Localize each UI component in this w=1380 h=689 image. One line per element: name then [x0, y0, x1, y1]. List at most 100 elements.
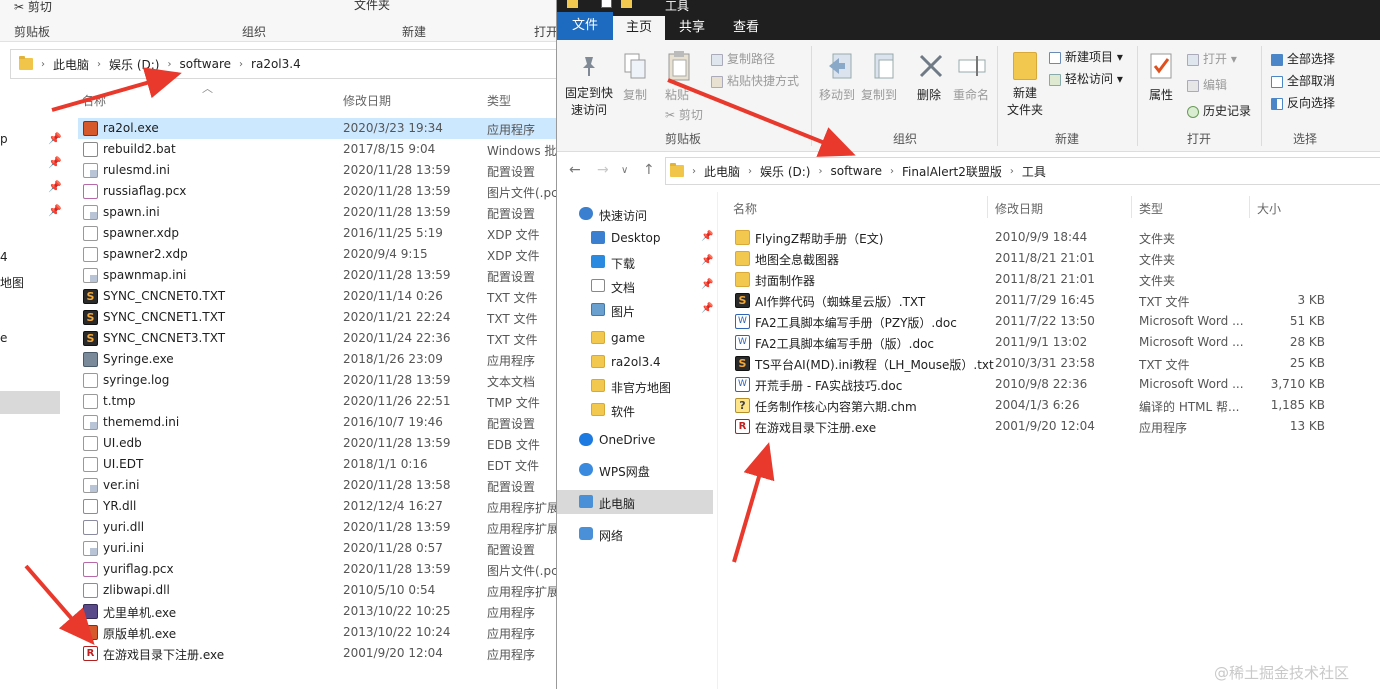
table-row[interactable]: t.tmp 2020/11/26 22:51 TMP 文件 — [78, 391, 558, 412]
quick-folder-icon[interactable] — [567, 0, 578, 8]
table-row[interactable]: R 在游戏目录下注册.exe 2001/9/20 12:04 应用程序 13 KB — [729, 416, 1380, 437]
forward-arrow-icon[interactable]: → — [597, 162, 609, 178]
table-row[interactable]: UI.EDT 2018/1/1 0:16 EDT 文件 — [78, 454, 558, 475]
left-nav-fragment[interactable]: e — [0, 331, 7, 345]
tab-home[interactable]: 主页 — [613, 16, 665, 40]
breadcrumb-item[interactable]: software — [830, 164, 882, 178]
select-all-button[interactable]: 全部选择 — [1271, 50, 1335, 67]
table-row[interactable]: yuri.dll 2020/11/28 13:59 应用程序扩展 — [78, 517, 558, 538]
table-row[interactable]: syringe.log 2020/11/28 13:59 文本文档 — [78, 370, 558, 391]
chevron-right-icon[interactable]: › — [692, 166, 696, 177]
left-col-date[interactable]: 修改日期 — [343, 92, 391, 109]
paste-button[interactable]: 粘贴 — [665, 86, 689, 103]
chevron-right-icon[interactable]: › — [167, 59, 171, 70]
table-row[interactable]: S AI作弊代码（蜘蛛星云版）.TXT 2011/7/29 16:45 TXT 文件 3… — [729, 290, 1380, 311]
column-divider[interactable] — [1131, 196, 1132, 218]
breadcrumb-item[interactable]: software — [179, 57, 231, 71]
table-row[interactable]: rulesmd.ini 2020/11/28 13:59 配置设置 — [78, 160, 558, 181]
column-divider[interactable] — [987, 196, 988, 218]
breadcrumb-item[interactable]: 此电脑 — [704, 163, 740, 180]
delete-button[interactable]: 删除 — [917, 86, 941, 103]
breadcrumb-item[interactable]: FinalAlert2联盟版 — [902, 163, 1002, 180]
nav-item[interactable]: 图片 📌 — [557, 298, 713, 322]
paste-shortcut-button[interactable]: 粘贴快捷方式 — [711, 72, 799, 89]
table-row[interactable]: ? 任务制作核心内容第六期.chm 2004/1/3 6:26 编译的 HTML 帮.… — [729, 395, 1380, 416]
table-row[interactable]: 地图全息截图器 2011/8/21 21:01 文件夹 — [729, 248, 1380, 269]
table-row[interactable]: spawner.xdp 2016/11/25 5:19 XDP 文件 — [78, 223, 558, 244]
tab-share[interactable]: 共享 — [667, 16, 717, 40]
table-row[interactable]: spawner2.xdp 2020/9/4 9:15 XDP 文件 — [78, 244, 558, 265]
table-row[interactable]: yuri.ini 2020/11/28 0:57 配置设置 — [78, 538, 558, 559]
move-to-button[interactable]: 移动到 — [819, 86, 855, 103]
left-col-name[interactable]: 名称 — [82, 92, 106, 109]
pin-icon[interactable]: 📌 — [701, 303, 713, 314]
nav-item[interactable]: 快速访问 — [557, 202, 713, 226]
copy-button[interactable]: 复制 — [623, 86, 647, 103]
table-row[interactable]: YR.dll 2012/12/4 16:27 应用程序扩展 — [78, 496, 558, 517]
column-divider[interactable] — [1249, 196, 1250, 218]
cut-button[interactable]: ✂ 剪切 — [665, 106, 703, 123]
new-folder-button[interactable]: 新建 文件夹 — [1007, 84, 1043, 118]
nav-item[interactable]: 文档 📌 — [557, 274, 713, 298]
nav-item[interactable]: Desktop 📌 — [557, 226, 713, 250]
quick-newfolder-icon[interactable] — [621, 0, 632, 8]
table-row[interactable]: ver.ini 2020/11/28 13:58 配置设置 — [78, 475, 558, 496]
left-col-type[interactable]: 类型 — [487, 92, 511, 109]
table-row[interactable]: ra2ol.exe 2020/3/23 19:34 应用程序 — [78, 118, 558, 139]
copy-to-button[interactable]: 复制到 — [861, 86, 897, 103]
chevron-right-icon[interactable]: › — [239, 59, 243, 70]
nav-item[interactable]: 非官方地图 — [557, 374, 713, 398]
properties-button[interactable]: 属性 — [1149, 86, 1173, 103]
nav-item[interactable]: 此电脑 — [557, 490, 713, 514]
table-row[interactable]: FlyingZ帮助手册（E文) 2010/9/9 18:44 文件夹 — [729, 227, 1380, 248]
table-row[interactable]: W FA2工具脚本编写手册（版）.doc 2011/9/1 13:02 Microso… — [729, 332, 1380, 353]
tab-file[interactable]: 文件 — [557, 12, 613, 40]
left-nav-selected-item[interactable] — [0, 391, 60, 414]
breadcrumb-item[interactable]: ra2ol3.4 — [251, 57, 301, 71]
breadcrumb-item[interactable]: 娱乐 (D:) — [109, 56, 159, 73]
table-row[interactable]: zlibwapi.dll 2010/5/10 0:54 应用程序扩展 — [78, 580, 558, 601]
nav-item[interactable]: 下载 📌 — [557, 250, 713, 274]
right-address-bar[interactable]: › 此电脑 › 娱乐 (D:) › software › FinalAlert2联盟版 › 工具 — [665, 157, 1380, 185]
breadcrumb-item[interactable]: 此电脑 — [53, 56, 89, 73]
table-row[interactable]: R 在游戏目录下注册.exe 2001/9/20 12:04 应用程序 — [78, 643, 558, 664]
nav-item[interactable]: OneDrive — [557, 428, 713, 452]
left-cut-button[interactable]: ✂ 剪切 — [14, 0, 52, 15]
table-row[interactable]: spawn.ini 2020/11/28 13:59 配置设置 — [78, 202, 558, 223]
rename-button[interactable]: 重命名 — [953, 86, 989, 103]
table-row[interactable]: 尤里单机.exe 2013/10/22 10:25 应用程序 — [78, 601, 558, 622]
pin-quick-access-button[interactable]: 固定到快 速访问 — [565, 84, 613, 118]
history-button[interactable]: 历史记录 — [1187, 102, 1251, 119]
chevron-right-icon[interactable]: › — [97, 59, 101, 70]
quick-properties-icon[interactable] — [601, 0, 612, 8]
pin-icon[interactable]: 📌 — [701, 231, 713, 242]
chevron-right-icon[interactable]: › — [41, 59, 45, 70]
tab-view[interactable]: 查看 — [721, 16, 771, 40]
left-nav-fragment[interactable]: 地图 — [0, 274, 24, 291]
table-row[interactable]: 封面制作器 2011/8/21 21:01 文件夹 — [729, 269, 1380, 290]
nav-item[interactable]: ra2ol3.4 — [557, 350, 713, 374]
table-row[interactable]: spawnmap.ini 2020/11/28 13:59 配置设置 — [78, 265, 558, 286]
table-row[interactable]: W 开荒手册 - FA实战技巧.doc 2010/9/8 22:36 Microsof… — [729, 374, 1380, 395]
chevron-right-icon[interactable]: › — [890, 166, 894, 177]
invert-selection-button[interactable]: 反向选择 — [1271, 94, 1335, 111]
right-col-size[interactable]: 大小 — [1257, 200, 1281, 217]
new-item-button[interactable]: 新建项目 ▾ — [1049, 48, 1123, 65]
open-button[interactable]: 打开 ▾ — [1187, 50, 1237, 67]
edit-button[interactable]: 编辑 — [1187, 76, 1227, 93]
right-col-date[interactable]: 修改日期 — [995, 200, 1043, 217]
nav-item[interactable]: 软件 — [557, 398, 713, 422]
pin-icon[interactable]: 📌 — [701, 279, 713, 290]
table-row[interactable]: S SYNC_CNCNET3.TXT 2020/11/24 22:36 TXT 文件 — [78, 328, 558, 349]
copy-path-button[interactable]: 复制路径 — [711, 50, 775, 67]
table-row[interactable]: yuriflag.pcx 2020/11/28 13:59 图片文件(.pc — [78, 559, 558, 580]
right-col-name[interactable]: 名称 — [733, 200, 757, 217]
right-col-type[interactable]: 类型 — [1139, 200, 1163, 217]
chevron-right-icon[interactable]: › — [1010, 166, 1014, 177]
table-row[interactable]: thememd.ini 2016/10/7 19:46 配置设置 — [78, 412, 558, 433]
nav-item[interactable]: 网络 — [557, 522, 713, 546]
recent-chevron-icon[interactable]: ∨ — [621, 165, 628, 176]
easy-access-button[interactable]: 轻松访问 ▾ — [1049, 70, 1123, 87]
up-arrow-icon[interactable]: ↑ — [643, 162, 655, 178]
table-row[interactable]: S SYNC_CNCNET0.TXT 2020/11/14 0:26 TXT 文件 — [78, 286, 558, 307]
